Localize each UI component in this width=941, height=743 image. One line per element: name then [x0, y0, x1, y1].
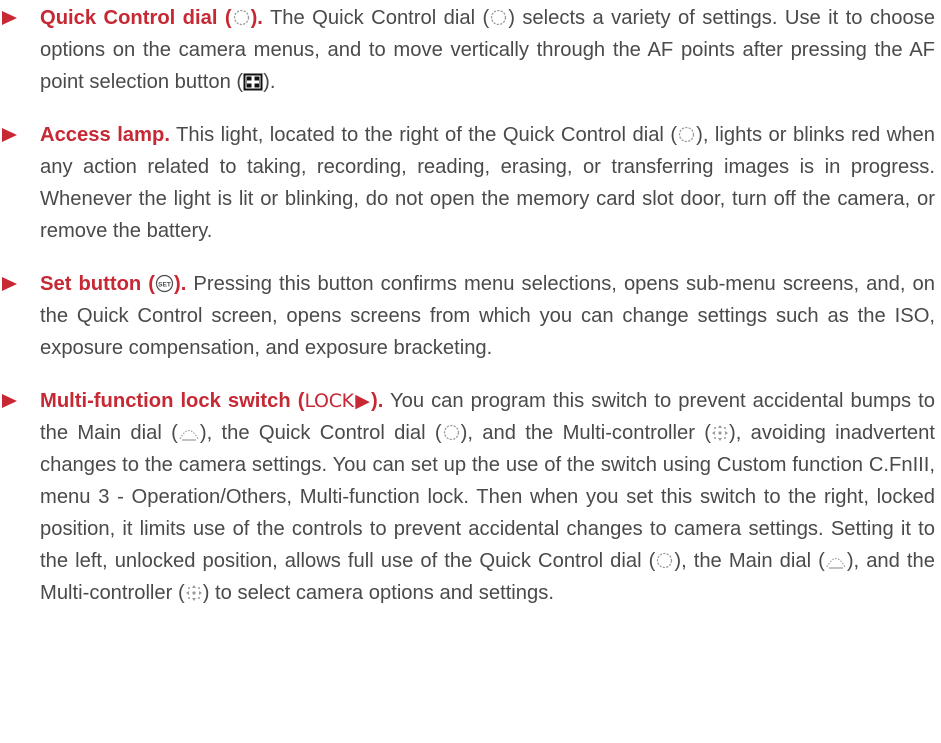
- af-point-selection-icon: [243, 73, 263, 91]
- list-item-quick-control-dial: Quick Control dial (). The Quick Control…: [0, 2, 941, 98]
- manual-page: Quick Control dial (). The Quick Control…: [0, 0, 941, 743]
- bullet-arrow-icon: [2, 128, 17, 142]
- quick-control-dial-icon: [677, 125, 696, 144]
- set-button-icon: SET: [155, 274, 174, 293]
- main-dial-icon: [825, 552, 847, 570]
- lock-label: LOCK▶: [304, 390, 371, 412]
- list-item-multi-function-lock: Multi-function lock switch (LOCK▶). You …: [0, 385, 941, 609]
- item-title: Multi-function lock switch (LOCK▶).: [40, 390, 384, 412]
- bullet-arrow-icon: [2, 11, 17, 25]
- multi-controller-icon: [711, 424, 729, 442]
- quick-control-dial-icon: [489, 8, 508, 27]
- bullet-arrow-icon: [2, 394, 17, 408]
- bullet-arrow-icon: [2, 277, 17, 291]
- item-title: Set button (SET).: [40, 273, 187, 295]
- quick-control-dial-icon: [232, 8, 251, 27]
- list-item-access-lamp: Access lamp. This light, located to the …: [0, 119, 941, 247]
- main-dial-icon: [178, 424, 200, 442]
- list-item-set-button: Set button (SET). Pressing this button c…: [0, 268, 941, 364]
- item-title: Access lamp.: [40, 124, 170, 146]
- multi-controller-icon: [185, 584, 203, 602]
- quick-control-dial-icon: [655, 551, 674, 570]
- item-title: Quick Control dial ().: [40, 7, 263, 29]
- svg-text:SET: SET: [158, 281, 171, 288]
- quick-control-dial-icon: [442, 423, 461, 442]
